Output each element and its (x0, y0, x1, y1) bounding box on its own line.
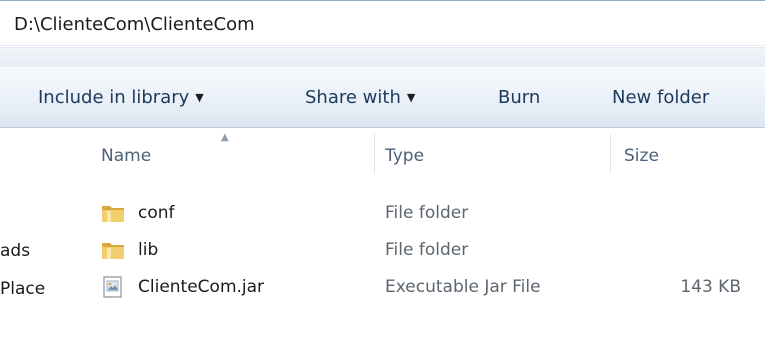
column-divider[interactable] (374, 134, 375, 174)
file-list: ▲ Name Type Size conf File folder lib Fi… (66, 128, 765, 345)
column-header-size[interactable]: Size (624, 128, 659, 180)
include-in-library-label: Include in library (38, 87, 190, 108)
nav-item-places[interactable]: Place (0, 279, 66, 299)
share-with-button[interactable]: Share with ▼ (305, 68, 415, 128)
sort-ascending-icon: ▲ (221, 132, 229, 143)
column-divider[interactable] (610, 134, 611, 174)
nav-item-label: ads (0, 241, 31, 261)
burn-button[interactable]: Burn (498, 68, 540, 128)
file-name: conf (138, 203, 175, 223)
column-header-name[interactable]: Name (101, 128, 151, 180)
folder-icon (102, 243, 124, 259)
file-size (677, 195, 741, 232)
folder-icon (102, 206, 124, 222)
nav-item[interactable]: › (0, 204, 60, 224)
command-bar: Include in library ▼ Share with ▼ Burn New… (0, 67, 765, 128)
address-bar[interactable]: D:\ClienteCom\ClienteCom (0, 4, 765, 46)
column-header-row: ▲ Name Type Size (66, 128, 765, 180)
file-row[interactable]: ClienteCom.jar Executable Jar File 143 K… (66, 269, 765, 306)
dropdown-arrow-icon: ▼ (195, 91, 204, 104)
file-type: Executable Jar File (385, 277, 541, 297)
new-folder-label: New folder (612, 87, 710, 108)
file-size: 143 KB (680, 277, 741, 297)
file-size (677, 232, 741, 269)
navigation-pane: › ads Place (0, 128, 66, 345)
burn-label: Burn (498, 87, 541, 108)
command-bar-separator (0, 47, 765, 67)
include-in-library-button[interactable]: Include in library ▼ (38, 68, 204, 128)
jar-file-icon (103, 276, 122, 298)
file-name: ClienteCom.jar (138, 277, 265, 297)
file-type: File folder (385, 203, 469, 223)
file-row[interactable]: conf File folder (66, 195, 765, 232)
nav-item-label: Place (0, 279, 46, 299)
nav-item-downloads[interactable]: ads (0, 241, 66, 261)
new-folder-button[interactable]: New folder (612, 68, 709, 128)
nav-item-label: › (0, 204, 1, 224)
file-name: lib (138, 240, 159, 260)
file-row[interactable]: lib File folder (66, 232, 765, 269)
dropdown-arrow-icon: ▼ (406, 91, 416, 104)
file-type: File folder (385, 240, 469, 260)
share-with-label: Share with (305, 87, 401, 108)
column-header-type[interactable]: Type (385, 128, 424, 180)
address-path: D:\ClienteCom\ClienteCom (14, 14, 255, 35)
